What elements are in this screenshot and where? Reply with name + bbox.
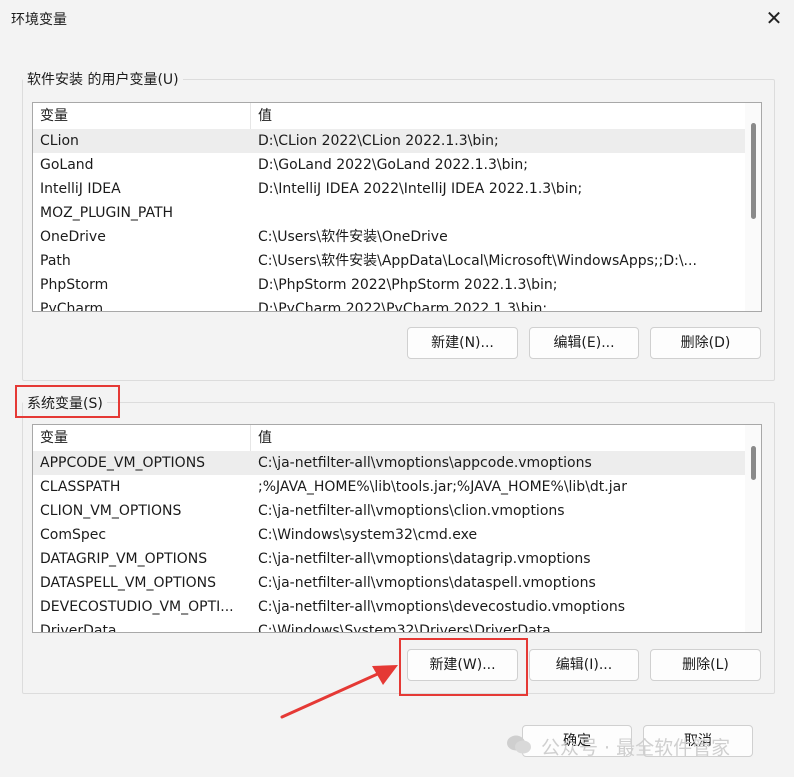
scrollbar[interactable]	[745, 103, 761, 311]
table-row[interactable]: PhpStorm D:\PhpStorm 2022\PhpStorm 2022.1…	[33, 273, 745, 297]
variable-value: C:\Windows\System32\Drivers\DriverData	[258, 623, 551, 633]
variable-name: IntelliJ IDEA	[40, 181, 121, 197]
table-row[interactable]: APPCODE_VM_OPTIONS C:\ja-netfilter-all\vm…	[33, 451, 745, 475]
variable-value: D:\CLion 2022\CLion 2022.1.3\bin;	[258, 133, 499, 149]
variable-value: C:\ja-netfilter-all\vmoptions\datagrip.v…	[258, 551, 591, 567]
system-vars-list[interactable]: 变量 值 APPCODE_VM_OPTIONS C:\ja-netfilter-a…	[32, 424, 762, 633]
variable-value: C:\Users\软件安装\AppData\Local\Microsoft\Wi…	[258, 253, 697, 269]
table-row[interactable]: OneDrive C:\Users\软件安装\OneDrive	[33, 225, 745, 249]
variable-name: CLION_VM_OPTIONS	[40, 503, 182, 519]
table-row[interactable]: MOZ_PLUGIN_PATH	[33, 201, 745, 225]
table-row[interactable]: DATASPELL_VM_OPTIONS C:\ja-netfilter-all\…	[33, 571, 745, 595]
variable-value: D:\IntelliJ IDEA 2022\IntelliJ IDEA 2022…	[258, 181, 583, 197]
table-row[interactable]: DriverData C:\Windows\System32\Drivers\Dr…	[33, 619, 745, 633]
user-new-button[interactable]: 新建(N)...	[407, 327, 518, 359]
variable-value: D:\PhpStorm 2022\PhpStorm 2022.1.3\bin;	[258, 277, 558, 293]
user-delete-button[interactable]: 删除(D)	[650, 327, 761, 359]
variable-name: OneDrive	[40, 229, 106, 245]
user-vars-label: 软件安装 的用户变量(U)	[23, 69, 183, 89]
variable-value: D:\PyCharm 2022\PyCharm 2022.1.3\bin;	[258, 301, 548, 312]
new-button-highlight	[399, 638, 528, 696]
table-row[interactable]: CLASSPATH ;%JAVA_HOME%\lib\tools.jar;%JAV…	[33, 475, 745, 499]
scrollbar[interactable]	[745, 425, 761, 632]
system-vars-label-highlight	[15, 385, 120, 418]
scrollbar-thumb[interactable]	[751, 123, 756, 219]
variable-name: CLion	[40, 133, 79, 149]
wechat-icon	[507, 735, 531, 754]
user-vars-rows: CLion D:\CLion 2022\CLion 2022.1.3\bin; Go…	[33, 129, 745, 311]
system-vars-header: 变量 值	[33, 425, 761, 452]
table-row[interactable]: IntelliJ IDEA D:\IntelliJ IDEA 2022\Intel…	[33, 177, 745, 201]
variable-value: C:\ja-netfilter-all\vmoptions\clion.vmop…	[258, 503, 565, 519]
variable-name: PyCharm	[40, 301, 104, 312]
close-icon[interactable]: ✕	[758, 2, 790, 34]
table-row[interactable]: CLION_VM_OPTIONS C:\ja-netfilter-all\vmop…	[33, 499, 745, 523]
user-vars-header: 变量 值	[33, 103, 761, 130]
scrollbar-thumb[interactable]	[751, 446, 756, 480]
table-row[interactable]: ComSpec C:\Windows\system32\cmd.exe	[33, 523, 745, 547]
variable-name: DATAGRIP_VM_OPTIONS	[40, 551, 208, 567]
variable-name: DEVECOSTUDIO_VM_OPTI...	[40, 599, 234, 615]
variable-name: DATASPELL_VM_OPTIONS	[40, 575, 217, 591]
variable-name: DriverData	[40, 623, 117, 633]
user-vars-list[interactable]: 变量 值 CLion D:\CLion 2022\CLion 2022.1.3\b…	[32, 102, 762, 312]
table-row[interactable]: PyCharm D:\PyCharm 2022\PyCharm 2022.1.3\…	[33, 297, 745, 312]
variable-value: C:\ja-netfilter-all\vmoptions\dataspell.…	[258, 575, 596, 591]
variable-name: ComSpec	[40, 527, 107, 543]
table-row[interactable]: DATAGRIP_VM_OPTIONS C:\ja-netfilter-all\v…	[33, 547, 745, 571]
variable-name: PhpStorm	[40, 277, 109, 293]
variable-value: ;%JAVA_HOME%\lib\tools.jar;%JAVA_HOME%\l…	[258, 479, 627, 495]
column-header-value[interactable]: 值	[251, 103, 741, 129]
system-vars-rows: APPCODE_VM_OPTIONS C:\ja-netfilter-all\vm…	[33, 451, 745, 632]
watermark-text: 公众号 · 最全软件管家	[541, 737, 731, 759]
window-title: 环境变量	[11, 12, 67, 28]
pointer-arrow-icon	[280, 665, 398, 719]
variable-name: MOZ_PLUGIN_PATH	[40, 205, 174, 221]
variable-value: C:\ja-netfilter-all\vmoptions\appcode.vm…	[258, 455, 592, 471]
user-edit-button[interactable]: 编辑(E)...	[529, 327, 639, 359]
column-header-value[interactable]: 值	[251, 425, 741, 451]
system-delete-button[interactable]: 删除(L)	[650, 649, 761, 681]
variable-value: D:\GoLand 2022\GoLand 2022.1.3\bin;	[258, 157, 528, 173]
variable-value: C:\ja-netfilter-all\vmoptions\devecostud…	[258, 599, 626, 615]
table-row[interactable]: DEVECOSTUDIO_VM_OPTI... C:\ja-netfilter-a…	[33, 595, 745, 619]
variable-name: Path	[40, 253, 71, 269]
variable-name: CLASSPATH	[40, 479, 121, 495]
title-bar: 环境变量 ✕	[0, 0, 794, 40]
table-row[interactable]: GoLand D:\GoLand 2022\GoLand 2022.1.3\bin…	[33, 153, 745, 177]
table-row[interactable]: CLion D:\CLion 2022\CLion 2022.1.3\bin;	[33, 129, 745, 153]
column-header-name[interactable]: 变量	[33, 103, 251, 129]
variable-value: C:\Users\软件安装\OneDrive	[258, 229, 448, 245]
column-header-name[interactable]: 变量	[33, 425, 251, 451]
table-row[interactable]: Path C:\Users\软件安装\AppData\Local\Microsof…	[33, 249, 745, 273]
variable-value: C:\Windows\system32\cmd.exe	[258, 527, 478, 543]
variable-name: GoLand	[40, 157, 94, 173]
system-edit-button[interactable]: 编辑(I)...	[529, 649, 639, 681]
variable-name: APPCODE_VM_OPTIONS	[40, 455, 206, 471]
